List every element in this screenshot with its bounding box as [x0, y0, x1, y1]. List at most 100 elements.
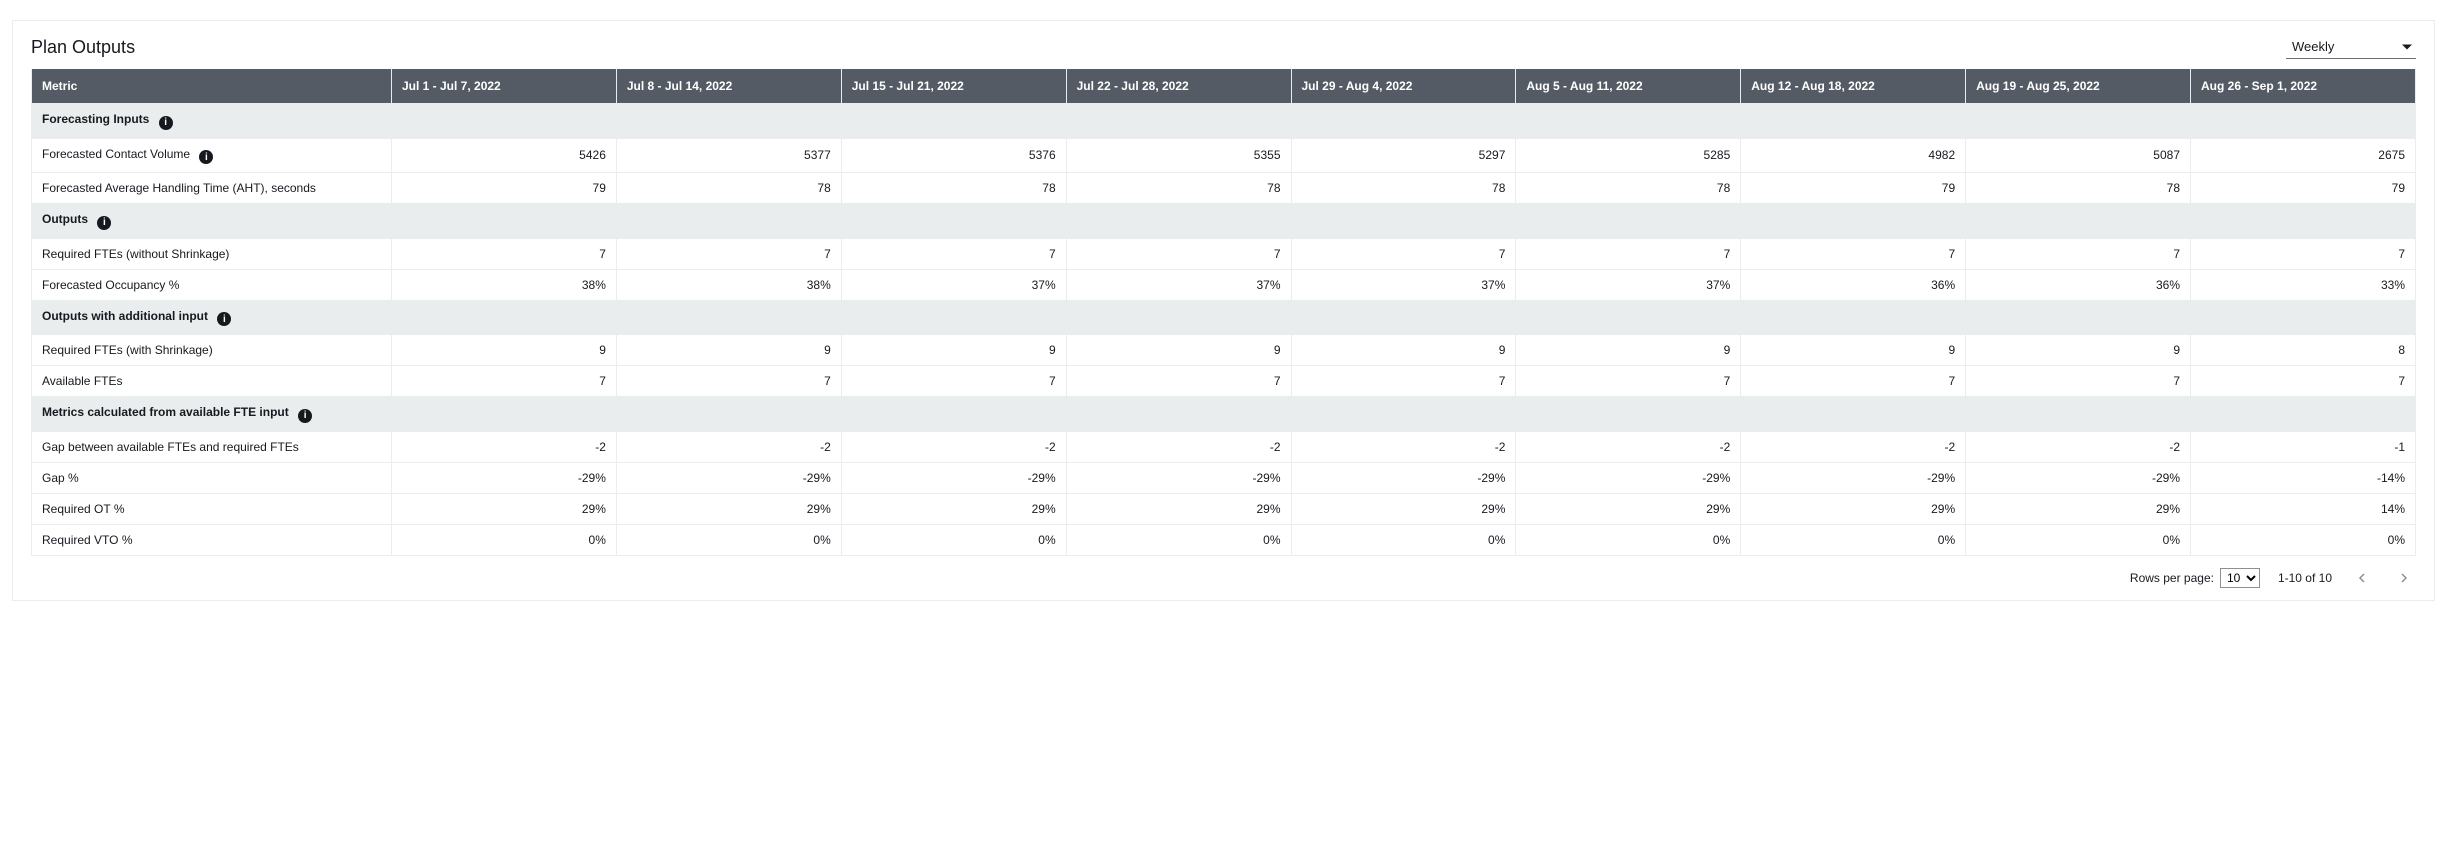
cell: -2: [1516, 431, 1741, 462]
cell: 0%: [1066, 524, 1291, 555]
cell: 9: [392, 335, 617, 366]
cell: 7: [1291, 366, 1516, 397]
cell: 0%: [1516, 524, 1741, 555]
cell: 38%: [392, 269, 617, 300]
cell: 7: [841, 238, 1066, 269]
col-date: Jul 15 - Jul 21, 2022: [841, 69, 1066, 104]
info-icon[interactable]: i: [159, 116, 173, 130]
metric-label: Forecasted Contact Volume: [42, 147, 190, 161]
rows-per-page-label: Rows per page:: [2130, 571, 2214, 585]
panel-header: Plan Outputs Weekly: [13, 21, 2434, 69]
group-label: Outputs: [42, 212, 88, 226]
cell: 0%: [1741, 524, 1966, 555]
cell: 37%: [1066, 269, 1291, 300]
metric-label: Forecasted Occupancy %: [32, 269, 392, 300]
cell: 7: [616, 238, 841, 269]
info-icon[interactable]: i: [217, 312, 231, 326]
cell: -29%: [1966, 462, 2191, 493]
table-row: Gap % -29% -29% -29% -29% -29% -29% -29%…: [32, 462, 2416, 493]
cell: -29%: [616, 462, 841, 493]
cell: 4982: [1741, 138, 1966, 173]
cell: 9: [1516, 335, 1741, 366]
cell: 5376: [841, 138, 1066, 173]
cell: 78: [841, 173, 1066, 204]
cell: 7: [1966, 366, 2191, 397]
group-label: Forecasting Inputs: [42, 112, 149, 126]
cell: 7: [1066, 366, 1291, 397]
cell: 9: [841, 335, 1066, 366]
pagination-range: 1-10 of 10: [2278, 571, 2332, 585]
cell: -2: [1741, 431, 1966, 462]
table-footer: Rows per page: 10 1-10 of 10: [13, 560, 2434, 600]
cell: 0%: [616, 524, 841, 555]
cell: 7: [1741, 238, 1966, 269]
cell: 7: [1066, 238, 1291, 269]
cell: -2: [392, 431, 617, 462]
cell: 29%: [1066, 493, 1291, 524]
cell: 0%: [1966, 524, 2191, 555]
table-row: Required VTO % 0% 0% 0% 0% 0% 0% 0% 0% 0…: [32, 524, 2416, 555]
cell: -2: [1291, 431, 1516, 462]
cell: 78: [1516, 173, 1741, 204]
col-date: Jul 29 - Aug 4, 2022: [1291, 69, 1516, 104]
cell: 9: [1966, 335, 2191, 366]
cell: 78: [1291, 173, 1516, 204]
cell: 79: [2191, 173, 2416, 204]
cell: 78: [1066, 173, 1291, 204]
cell: 9: [616, 335, 841, 366]
chevron-right-icon: [2399, 573, 2409, 583]
cell: 7: [616, 366, 841, 397]
info-icon[interactable]: i: [298, 409, 312, 423]
cell: 14%: [2191, 493, 2416, 524]
table-header-row: Metric Jul 1 - Jul 7, 2022 Jul 8 - Jul 1…: [32, 69, 2416, 104]
col-date: Aug 12 - Aug 18, 2022: [1741, 69, 1966, 104]
group-label: Metrics calculated from available FTE in…: [42, 405, 289, 419]
cell: 2675: [2191, 138, 2416, 173]
interval-value: Weekly: [2292, 39, 2334, 54]
col-metric: Metric: [32, 69, 392, 104]
group-forecasting-inputs: Forecasting Inputs i: [32, 104, 2416, 139]
cell: 37%: [841, 269, 1066, 300]
cell: -29%: [392, 462, 617, 493]
cell: 7: [1291, 238, 1516, 269]
cell: 7: [392, 238, 617, 269]
col-date: Jul 1 - Jul 7, 2022: [392, 69, 617, 104]
rows-per-page: Rows per page: 10: [2130, 568, 2260, 588]
metric-label: Gap %: [32, 462, 392, 493]
table-row: Required OT % 29% 29% 29% 29% 29% 29% 29…: [32, 493, 2416, 524]
prev-page-button[interactable]: [2350, 566, 2374, 590]
table-row: Forecasted Contact Volume i 5426 5377 53…: [32, 138, 2416, 173]
cell: 29%: [841, 493, 1066, 524]
metric-label: Required OT %: [32, 493, 392, 524]
metric-label: Gap between available FTEs and required …: [32, 431, 392, 462]
info-icon[interactable]: i: [97, 216, 111, 230]
cell: 0%: [841, 524, 1066, 555]
cell: 5297: [1291, 138, 1516, 173]
cell: 5355: [1066, 138, 1291, 173]
group-outputs: Outputs i: [32, 204, 2416, 239]
cell: 79: [1741, 173, 1966, 204]
table-row: Available FTEs 7 7 7 7 7 7 7 7 7: [32, 366, 2416, 397]
cell: 7: [1741, 366, 1966, 397]
cell: 29%: [1966, 493, 2191, 524]
cell: 7: [1516, 238, 1741, 269]
page-title: Plan Outputs: [31, 37, 135, 58]
col-date: Aug 26 - Sep 1, 2022: [2191, 69, 2416, 104]
group-metrics-from-fte: Metrics calculated from available FTE in…: [32, 397, 2416, 432]
info-icon[interactable]: i: [199, 150, 213, 164]
interval-dropdown[interactable]: Weekly: [2286, 35, 2416, 59]
metric-label: Available FTEs: [32, 366, 392, 397]
cell: 29%: [392, 493, 617, 524]
metric-label: Required FTEs (with Shrinkage): [32, 335, 392, 366]
cell: 0%: [1291, 524, 1516, 555]
table-scroll[interactable]: Metric Jul 1 - Jul 7, 2022 Jul 8 - Jul 1…: [13, 69, 2434, 560]
cell: 9: [1066, 335, 1291, 366]
rows-per-page-select[interactable]: 10: [2220, 568, 2260, 588]
cell: -29%: [1741, 462, 1966, 493]
metric-label: Required VTO %: [32, 524, 392, 555]
cell: 5087: [1966, 138, 2191, 173]
cell: 33%: [2191, 269, 2416, 300]
col-date: Jul 22 - Jul 28, 2022: [1066, 69, 1291, 104]
next-page-button[interactable]: [2392, 566, 2416, 590]
cell: -2: [841, 431, 1066, 462]
